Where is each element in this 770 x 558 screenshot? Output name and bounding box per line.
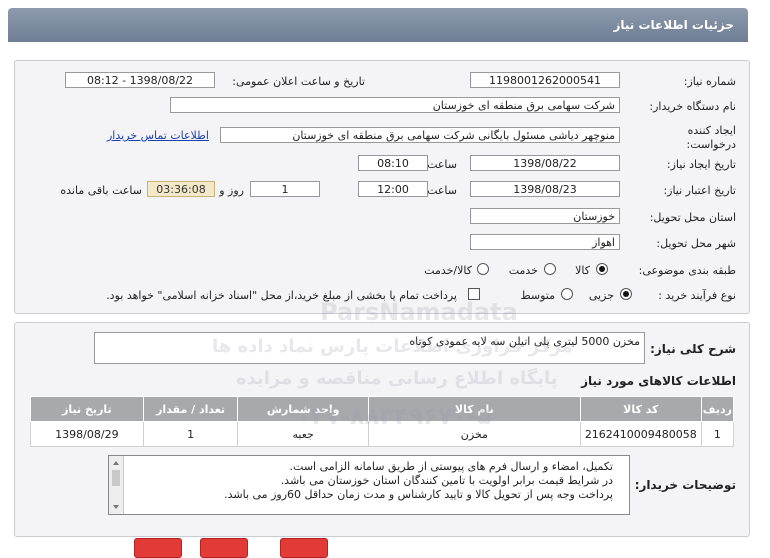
- creator-label: ایجاد کننده درخواست:: [686, 124, 736, 151]
- summary-text: مخزن 5000 لیتری پلی اتیلن سه لایه عمودی …: [409, 335, 640, 348]
- category-radio-goods-service[interactable]: [477, 263, 489, 275]
- created-date-field: 1398/08/22: [470, 155, 620, 171]
- buyer-note-line-3: پرداخت وجه پس از تحویل کالا و تایید کارش…: [224, 488, 613, 501]
- created-date-label: تاریخ ایجاد نیاز:: [666, 158, 736, 171]
- category-option-goods: کالا: [575, 264, 590, 277]
- cell-row: 1: [700, 421, 735, 447]
- scrollbar-arrows-icon: [112, 461, 120, 509]
- validity-time-field: 12:00: [358, 181, 428, 197]
- created-time-field: 08:10: [358, 155, 428, 171]
- buyer-note-line-1: تکمیل، امضاء و ارسال فرم های پیوستی از ط…: [289, 460, 613, 473]
- province-label: استان محل تحویل:: [649, 211, 736, 224]
- process-option-medium: متوسط: [520, 289, 555, 302]
- col-row: ردیف: [700, 396, 735, 422]
- buyer-label: نام دستگاه خریدار:: [649, 100, 736, 113]
- process-label: نوع فرآیند خرید :: [658, 289, 736, 302]
- remaining-label: ساعت باقی مانده: [60, 184, 142, 197]
- action-button-1[interactable]: [280, 538, 328, 558]
- created-time-label: ساعت: [427, 158, 457, 171]
- need-number-field: 1198001262000541: [470, 72, 620, 88]
- validity-date-field: 1398/08/23: [470, 181, 620, 197]
- page-header: جزئیات اطلاعات نیاز: [8, 8, 748, 42]
- items-table-header: ردیف کد کالا نام کالا واحد شمارش تعداد /…: [30, 396, 735, 422]
- cell-need-date: 1398/08/29: [30, 421, 144, 447]
- summary-field: مخزن 5000 لیتری پلی اتیلن سه لایه عمودی …: [94, 332, 645, 364]
- need-number-label: شماره نیاز:: [683, 75, 736, 88]
- cell-code: 2162410009480058: [579, 421, 702, 447]
- treasury-payment-note: پرداخت تمام یا بخشی از مبلغ خرید،از محل …: [106, 289, 457, 302]
- col-code: کد کالا: [579, 396, 702, 422]
- items-section-title: اطلاعات کالاهای مورد نیاز: [581, 374, 736, 388]
- process-radio-minor[interactable]: [620, 288, 632, 300]
- page-title: جزئیات اطلاعات نیاز: [613, 18, 734, 32]
- col-quantity: تعداد / مقدار: [142, 396, 239, 422]
- col-need-date: تاریخ نیاز: [30, 396, 144, 422]
- category-label: طبقه بندی موضوعی:: [638, 264, 736, 277]
- items-table: ردیف کد کالا نام کالا واحد شمارش تعداد /…: [30, 396, 735, 447]
- treasury-payment-checkbox[interactable]: [468, 288, 480, 300]
- buyer-notes-label: توضیحات خریدار:: [634, 478, 736, 492]
- col-name: نام کالا: [367, 396, 581, 422]
- validity-time-label: ساعت: [427, 184, 457, 197]
- days-label: روز و: [219, 184, 244, 197]
- cell-name: مخزن: [367, 421, 581, 447]
- buyer-note-line-2: در شرایط قیمت برابر اولویت با تامین کنند…: [280, 474, 613, 487]
- process-option-minor: جزیی: [588, 289, 614, 302]
- province-field: خوزستان: [470, 208, 620, 224]
- creator-field: منوچهر دیاشی مسئول بایگانی شرکت سهامی بر…: [220, 127, 620, 143]
- action-button-3[interactable]: [134, 538, 182, 558]
- remaining-time: 03:36:08: [147, 181, 215, 197]
- table-row: 1 2162410009480058 مخزن جعبه 1 1398/08/2…: [30, 421, 735, 447]
- buyer-contact-link[interactable]: اطلاعات تماس خریدار: [107, 129, 209, 142]
- buyer-notes-textarea[interactable]: تکمیل، امضاء و ارسال فرم های پیوستی از ط…: [108, 455, 630, 515]
- category-radio-goods[interactable]: [596, 263, 608, 275]
- category-option-goods-service: کالا/خدمت: [424, 264, 472, 277]
- days-field: 1: [250, 181, 320, 197]
- city-label: شهر محل تحویل:: [656, 237, 736, 250]
- category-radio-service[interactable]: [544, 263, 556, 275]
- cell-quantity: 1: [142, 421, 239, 447]
- validity-label: تاریخ اعتبار نیاز:: [663, 184, 736, 197]
- buyer-field: شرکت سهامی برق منطقه ای خوزستان: [170, 97, 620, 113]
- announce-label: تاریخ و ساعت اعلان عمومی:: [232, 75, 365, 88]
- summary-label: شرح کلی نیاز:: [650, 342, 736, 356]
- announce-field: 1398/08/22 - 08:12: [65, 72, 215, 88]
- category-option-service: خدمت: [508, 264, 538, 277]
- col-unit: واحد شمارش: [237, 396, 369, 422]
- city-field: اهواز: [470, 234, 620, 250]
- action-button-2[interactable]: [200, 538, 248, 558]
- notes-scrollbar[interactable]: [109, 456, 124, 514]
- process-radio-medium[interactable]: [561, 288, 573, 300]
- cell-unit: جعبه: [237, 421, 369, 447]
